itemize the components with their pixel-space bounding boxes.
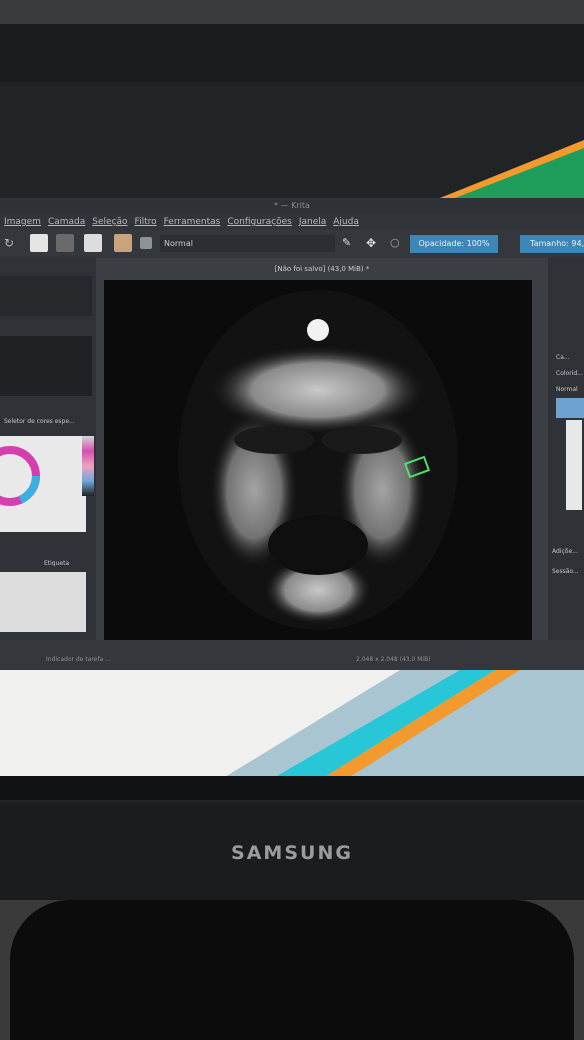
menu-selecao[interactable]: Seleção [92,217,127,227]
tool-options-bar: ↻ Normal ✎ ✥ ○ Opacidade: 100% Tamanho: … [0,230,584,258]
menu-ferramentas[interactable]: Ferramentas [164,217,221,227]
session-label: Sessão... [552,568,579,575]
wallpaper-top-shapes [440,140,584,198]
color-selector-title: Seletor de cores espe... [4,418,75,425]
layer-panel-label: Ca... [556,354,570,361]
rotate-icon[interactable]: ↻ [4,234,22,252]
foreground-color-swatch[interactable] [30,234,48,252]
active-layer[interactable] [556,398,584,418]
color-selector-area[interactable] [0,436,86,532]
window-title-bar: * — Krita [0,198,584,214]
desktop-wallpaper [0,670,584,780]
brush-presets-grid[interactable] [0,572,86,632]
status-bar: Indicador de tarefa ... 2.048 x 2.048 (4… [0,640,584,670]
menu-configuracoes[interactable]: Configurações [227,217,291,227]
left-docker-panel: Seletor de cores espe... Etiqueta [0,258,96,640]
status-left: Indicador de tarefa ... [46,656,111,663]
preserve-alpha-icon[interactable]: ✥ [366,234,384,252]
document-tab-title: [Não foi salvo] (43,0 MiB) * [274,265,370,273]
status-dimensions: 2.048 x 2.048 (43,0 MiB) [356,656,431,663]
window-title: * — Krita [274,201,310,210]
color-label: Colorid... [556,370,583,377]
right-blend-mode[interactable]: Normal [556,386,578,393]
color-wheel-icon [0,446,40,506]
brush-preset-icon[interactable] [114,234,132,252]
menu-bar: Imagem Camada Seleção Filtro Ferramentas Conf… [0,214,584,230]
grid-icon[interactable] [140,237,152,249]
blend-mode-select[interactable]: Normal [160,235,335,252]
color-history-strip[interactable] [82,436,94,496]
gradient-icon[interactable] [84,234,102,252]
monitor-brand: SAMSUNG [231,842,353,864]
brush-tag-label: Etiqueta [44,560,70,567]
menu-camada[interactable]: Camada [48,217,85,227]
additions-label: Adiçõe... [552,548,578,555]
opacity-slider[interactable]: Opacidade: 100% [410,235,498,253]
monitor-top-edge [0,0,584,24]
size-slider[interactable]: Tamanho: 94, [520,235,584,253]
background-color-swatch[interactable] [56,234,74,252]
right-docker-panel: Ca... Colorid... Normal Adiçõe... Sessão… [548,258,584,640]
overview-thumbnail [0,276,92,316]
wallpaper-shapes [220,670,584,780]
menu-ajuda[interactable]: Ajuda [333,217,359,227]
layer-preview [0,336,92,396]
menu-janela[interactable]: Janela [299,217,326,227]
layer-thumbnails[interactable] [566,420,582,510]
screen-bottom-edge [0,776,584,800]
eraser-icon[interactable]: ✎ [342,234,360,252]
reload-icon[interactable]: ○ [390,234,408,252]
menu-filtro[interactable]: Filtro [135,217,157,227]
monitor-stand [10,900,574,1040]
drawing-canvas[interactable] [104,280,532,640]
menu-imagem[interactable]: Imagem [4,217,41,227]
face-artwork [178,290,458,630]
